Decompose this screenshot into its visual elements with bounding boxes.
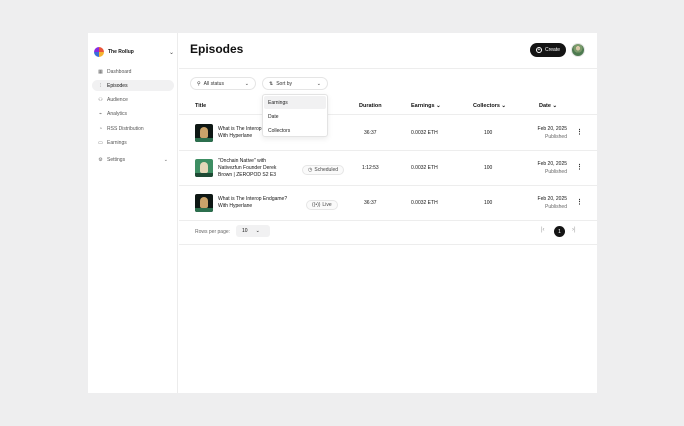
episode-collectors: 100 <box>484 165 493 171</box>
episode-title: What is The Interop Endgame? With Hyperl… <box>218 196 288 209</box>
clock-icon: ◷ <box>308 167 313 173</box>
more-options-icon[interactable]: ⋮ <box>576 198 583 206</box>
workspace-switcher[interactable]: The Rollup ⌄ <box>94 45 174 59</box>
chevron-down-icon: ⌄ <box>168 49 174 56</box>
sidebar-item-label: Settings <box>107 157 126 164</box>
table-footer: Rows per page: 10 ⌄ |‹ 1 ›| <box>179 219 597 245</box>
episode-earnings: 0.0032 ETH <box>411 165 438 171</box>
filter-icon: ⚲ <box>197 80 201 87</box>
page-title: Episodes <box>190 42 244 56</box>
episode-earnings: 0.0032 ETH <box>411 200 438 206</box>
table-row[interactable]: What is The Interop Endgame? With Hyperl… <box>179 186 597 221</box>
status-filter[interactable]: ⚲ All status ⌄ <box>190 77 256 90</box>
sidebar-item-settings[interactable]: ⚙ Settings ⌄ <box>92 155 174 166</box>
gear-icon: ⚙ <box>98 157 103 164</box>
episode-earnings: 0.0032 ETH <box>411 130 438 136</box>
sort-select-label: Sort by <box>276 80 293 87</box>
sort-select[interactable]: ⇅ Sort by ⌄ <box>262 77 328 90</box>
wallet-icon: ▭ <box>98 139 103 146</box>
sidebar-item-label: Analytics <box>107 111 128 118</box>
status-badge: ◷ Scheduled <box>302 165 345 175</box>
sidebar-item-label: Audience <box>107 97 128 104</box>
last-page-icon[interactable]: ›| <box>572 227 576 233</box>
column-date[interactable]: Date ⌄ <box>539 103 557 109</box>
sidebar-item-episodes[interactable]: ⫶ Episodes <box>92 80 174 92</box>
episode-thumbnail <box>195 194 213 212</box>
sort-option-date[interactable]: Date <box>264 110 326 123</box>
main-content: Episodes + Create ⚲ All status ⌄ ⇅ Sort … <box>179 33 597 393</box>
sidebar: The Rollup ⌄ ▦ Dashboard ⫶ Episodes ⚇ Au… <box>88 33 178 393</box>
sort-option-collectors[interactable]: Collectors <box>264 124 326 137</box>
workspace-name: The Rollup <box>108 49 134 55</box>
episode-date: Feb 20, 2025 Published <box>537 196 567 210</box>
users-icon: ⚇ <box>98 97 103 104</box>
column-earnings[interactable]: Earnings ⌄ <box>411 103 441 109</box>
column-title: Title <box>195 103 207 109</box>
chevron-down-icon: ⌄ <box>163 157 168 164</box>
chevron-down-icon: ⌄ <box>244 80 249 87</box>
waveform-icon: ⫶ <box>99 82 102 89</box>
first-page-icon[interactable]: |‹ <box>541 227 545 233</box>
grid-icon: ▦ <box>98 68 103 75</box>
sort-icon: ⇅ <box>269 80 274 87</box>
workspace-logo <box>94 47 104 57</box>
episode-date: Feb 20, 2025 Published <box>537 126 567 140</box>
rss-icon: ◔ <box>98 125 103 132</box>
page-button-current[interactable]: 1 <box>554 226 565 237</box>
sidebar-item-label: RSS Distribution <box>107 125 144 132</box>
sidebar-item-label: Episodes <box>107 82 128 89</box>
column-collectors[interactable]: Collectors ⌄ <box>473 103 506 109</box>
sidebar-item-label: Dashboard <box>107 68 132 75</box>
sidebar-item-audience[interactable]: ⚇ Audience <box>92 95 174 106</box>
sidebar-nav: ▦ Dashboard ⫶ Episodes ⚇ Audience ⌁ Anal… <box>92 66 174 169</box>
episode-duration: 36:37 <box>364 130 377 136</box>
sidebar-item-label: Earnings <box>107 139 127 146</box>
table-row[interactable]: "Onchain Native" with Nativezfun Founder… <box>179 151 597 186</box>
create-button[interactable]: + Create <box>530 43 566 57</box>
table-header: Title Duration Earnings ⌄ Collectors ⌄ D… <box>179 99 597 115</box>
live-icon: ((•)) <box>312 202 321 208</box>
sort-dropdown-menu: Earnings Date Collectors <box>262 94 328 137</box>
avatar[interactable] <box>571 43 585 57</box>
more-options-icon[interactable]: ⋮ <box>576 163 583 171</box>
episode-duration: 1:12:53 <box>362 165 379 171</box>
sidebar-item-dashboard[interactable]: ▦ Dashboard <box>92 66 174 77</box>
status-filter-label: All status <box>203 80 224 87</box>
episode-duration: 36:37 <box>364 200 377 206</box>
episode-thumbnail <box>195 159 213 177</box>
episode-title: "Onchain Native" with Nativezfun Founder… <box>218 158 277 178</box>
status-badge: ((•)) Live <box>306 200 338 210</box>
sidebar-item-analytics[interactable]: ⌁ Analytics <box>92 109 174 120</box>
sidebar-item-rss-distribution[interactable]: ◔ RSS Distribution <box>92 123 174 134</box>
episode-collectors: 100 <box>484 130 493 136</box>
rows-per-page-select[interactable]: 10 ⌄ <box>236 225 270 237</box>
app-frame: The Rollup ⌄ ▦ Dashboard ⫶ Episodes ⚇ Au… <box>88 33 597 393</box>
sort-option-earnings[interactable]: Earnings <box>264 96 326 109</box>
create-button-label: Create <box>544 47 560 53</box>
column-duration: Duration <box>359 103 382 109</box>
plus-icon: + <box>535 47 542 53</box>
more-options-icon[interactable]: ⋮ <box>576 128 583 136</box>
rows-per-page-label: Rows per page: <box>195 229 231 235</box>
chevron-down-icon: ⌄ <box>316 80 321 87</box>
page-header: Episodes + Create <box>179 33 597 69</box>
chevron-down-icon: ⌄ <box>255 228 260 234</box>
episode-collectors: 100 <box>484 200 493 206</box>
sidebar-item-earnings[interactable]: ▭ Earnings <box>92 137 174 148</box>
chart-icon: ⌁ <box>98 111 102 118</box>
episode-thumbnail <box>195 124 213 142</box>
episode-date: Feb 20, 2025 Published <box>537 161 567 175</box>
table-row[interactable]: What is The Interop With Hyperlane 36:37… <box>179 116 597 151</box>
